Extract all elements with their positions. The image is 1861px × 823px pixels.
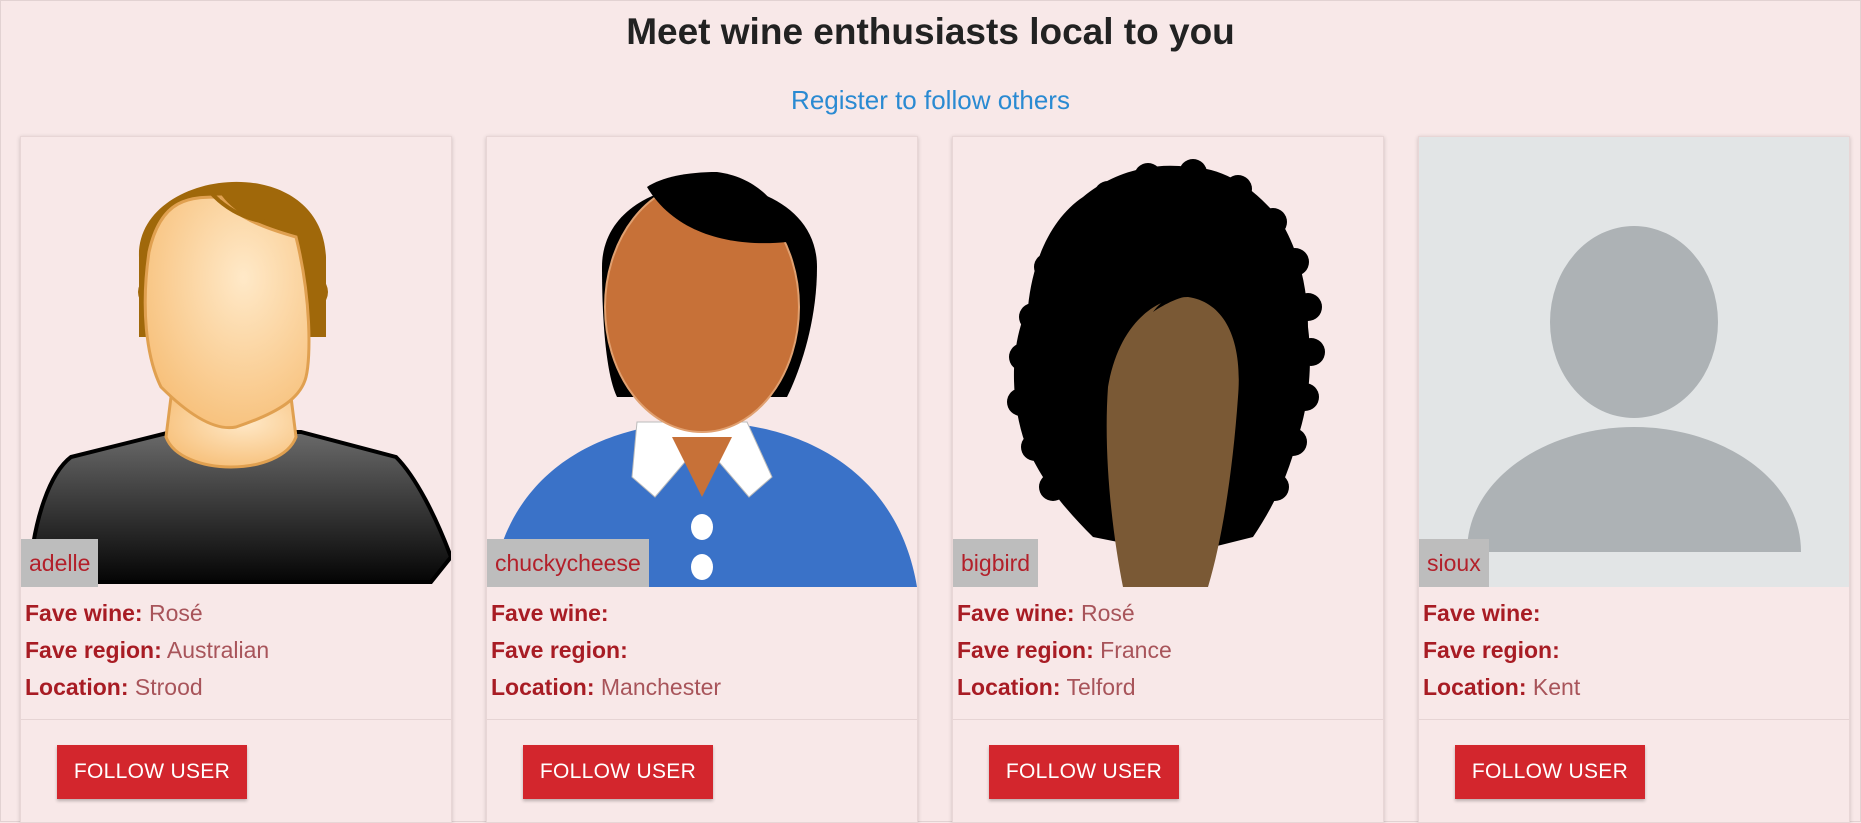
fave-wine-value: Rosé	[149, 600, 203, 626]
man-avatar-icon	[21, 137, 451, 587]
default-user-icon	[1419, 137, 1849, 587]
user-info: Fave wine: Fave region: Location: Manche…	[491, 595, 721, 706]
fave-wine-row: Fave wine: Rosé	[957, 595, 1172, 632]
fave-wine-label: Fave wine:	[957, 600, 1075, 626]
location-value: Manchester	[600, 674, 722, 700]
user-card: bigbird Fave wine: Rosé Fave region: Fra…	[952, 136, 1384, 823]
fave-wine-value: Rosé	[1081, 600, 1135, 626]
follow-user-button[interactable]: FOLLOW USER	[57, 745, 247, 799]
location-row: Location: Telford	[957, 669, 1172, 706]
fave-wine-row: Fave wine:	[1423, 595, 1580, 632]
username-badge[interactable]: chuckycheese	[487, 539, 649, 587]
card-divider	[487, 719, 917, 720]
fave-wine-row: Fave wine:	[491, 595, 721, 632]
follow-user-button[interactable]: FOLLOW USER	[1455, 745, 1645, 799]
fave-wine-label: Fave wine:	[491, 600, 609, 626]
fave-region-label: Fave region:	[491, 637, 628, 663]
follow-user-button[interactable]: FOLLOW USER	[523, 745, 713, 799]
user-cards: adelle Fave wine: Rosé Fave region: Aust…	[20, 136, 1852, 823]
user-info: Fave wine: Fave region: Location: Kent	[1423, 595, 1580, 706]
page: Meet wine enthusiasts local to you Regis…	[0, 0, 1861, 823]
location-label: Location:	[491, 674, 595, 700]
location-value: Strood	[134, 674, 203, 700]
user-info: Fave wine: Rosé Fave region: France Loca…	[957, 595, 1172, 706]
username-badge[interactable]: sioux	[1419, 539, 1489, 587]
fave-region-label: Fave region:	[957, 637, 1094, 663]
fave-region-value: France	[1100, 637, 1172, 663]
user-card: adelle Fave wine: Rosé Fave region: Aust…	[20, 136, 452, 823]
fave-region-row: Fave region:	[1423, 632, 1580, 669]
fave-region-label: Fave region:	[25, 637, 162, 663]
location-row: Location: Kent	[1423, 669, 1580, 706]
location-row: Location: Manchester	[491, 669, 721, 706]
register-link[interactable]: Register to follow others	[791, 85, 1070, 115]
card-divider	[953, 719, 1383, 720]
fave-region-row: Fave region: Australian	[25, 632, 269, 669]
fave-region-row: Fave region: France	[957, 632, 1172, 669]
user-card: chuckycheese Fave wine: Fave region: Loc…	[486, 136, 918, 823]
location-row: Location: Strood	[25, 669, 269, 706]
location-label: Location:	[1423, 674, 1527, 700]
woman-avatar-icon	[487, 137, 917, 587]
curly-hair-avatar-icon	[953, 137, 1383, 587]
fave-region-label: Fave region:	[1423, 637, 1560, 663]
register-section: Register to follow others	[1, 85, 1860, 116]
follow-user-button[interactable]: FOLLOW USER	[989, 745, 1179, 799]
location-label: Location:	[25, 674, 129, 700]
location-value: Telford	[1066, 674, 1136, 700]
fave-region-value: Australian	[166, 637, 270, 663]
fave-wine-row: Fave wine: Rosé	[25, 595, 269, 632]
fave-wine-label: Fave wine:	[25, 600, 143, 626]
location-label: Location:	[957, 674, 1061, 700]
fave-region-row: Fave region:	[491, 632, 721, 669]
card-divider	[21, 719, 451, 720]
user-card: sioux Fave wine: Fave region: Location: …	[1418, 136, 1850, 823]
user-info: Fave wine: Rosé Fave region: Australian …	[25, 595, 269, 706]
page-title: Meet wine enthusiasts local to you	[626, 11, 1235, 52]
location-value: Kent	[1532, 674, 1581, 700]
card-divider	[1419, 719, 1849, 720]
username-badge[interactable]: adelle	[21, 539, 99, 587]
username-badge[interactable]: bigbird	[953, 539, 1039, 587]
fave-wine-label: Fave wine:	[1423, 600, 1541, 626]
